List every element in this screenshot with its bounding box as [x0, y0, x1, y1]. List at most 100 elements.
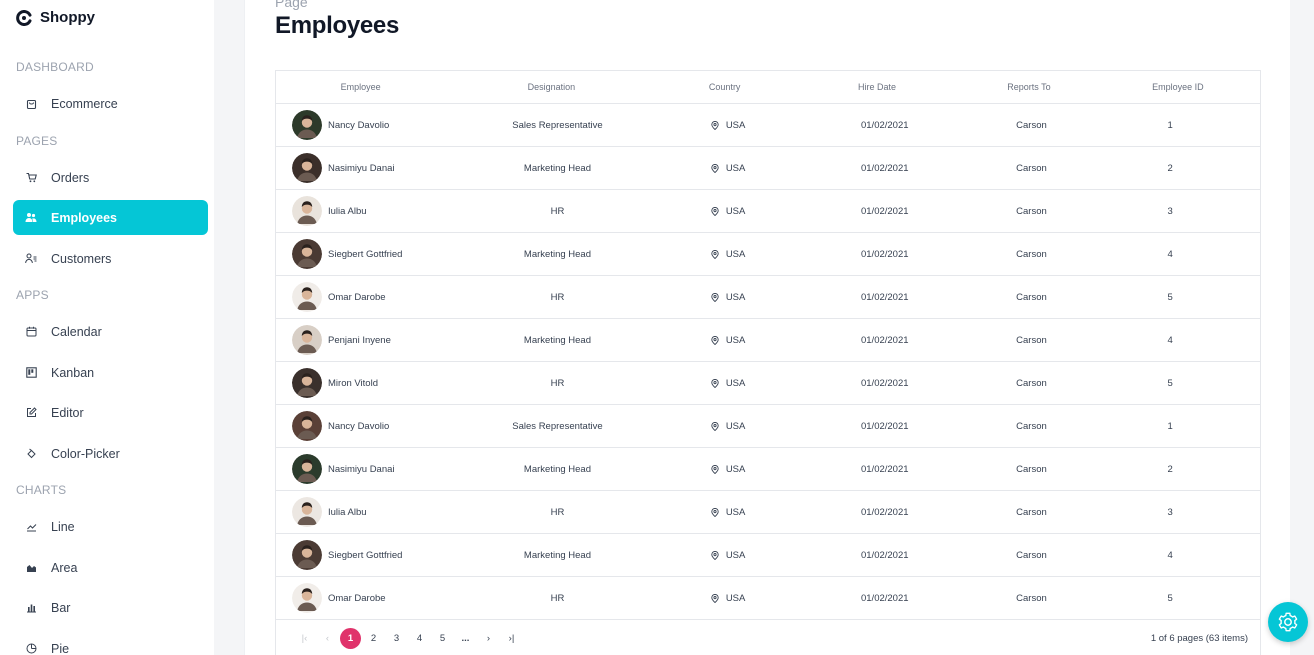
hire-date-cell: 01/02/2021 — [860, 162, 909, 174]
sidebar-item-label: Orders — [51, 170, 90, 185]
page-title: Employees — [275, 12, 400, 39]
sidebar-item-bar[interactable]: Bar — [13, 590, 208, 625]
brand-link[interactable]: Shoppy — [16, 9, 95, 26]
table-row[interactable]: Omar Darobe HR USA 01/02/2021 Carson 5 — [276, 577, 1260, 620]
prev-page-icon[interactable]: ‹ — [316, 633, 339, 644]
employee-name: Nasimiyu Danai — [328, 463, 395, 475]
column-header-employee[interactable]: Employee — [276, 82, 445, 92]
next-page-icon[interactable]: › — [477, 633, 500, 644]
sidebar-item-editor[interactable]: Editor — [13, 395, 208, 430]
page-button-2[interactable]: 2 — [362, 633, 385, 644]
table-row[interactable]: Penjani Inyene Marketing Head USA 01/02/202… — [276, 319, 1260, 362]
employee-name: Nancy Davolio — [328, 420, 390, 432]
employee-id-cell: 2 — [1167, 162, 1173, 174]
column-header-country[interactable]: Country — [657, 82, 791, 92]
brand-name: Shoppy — [40, 9, 95, 26]
sidebar-item-label: Editor — [51, 405, 84, 420]
sidebar-item-kanban[interactable]: Kanban — [13, 355, 208, 390]
table-row[interactable]: Nancy Davolio Sales Representative USA 01/0… — [276, 405, 1260, 448]
page-button-1[interactable]: 1 — [340, 627, 361, 649]
pager-info: 1 of 6 pages (63 items) — [1150, 632, 1248, 644]
hire-date-cell: 01/02/2021 — [860, 377, 909, 389]
table-row[interactable]: Omar Darobe HR USA 01/02/2021 Carson 5 — [276, 276, 1260, 319]
table-row[interactable]: Nasimiyu Danai Marketing Head USA 01/02/202… — [276, 448, 1260, 491]
country-text: USA — [725, 248, 746, 260]
table-row[interactable]: Nasimiyu Danai Marketing Head USA 01/02/202… — [276, 147, 1260, 190]
sidebar-item-color-picker[interactable]: Color-Picker — [13, 436, 208, 471]
table-row[interactable]: Iulia Albu HR USA 01/02/2021 Carson 3 — [276, 190, 1260, 233]
location-pin-icon — [711, 163, 719, 173]
edit-icon — [25, 407, 37, 419]
avatar — [292, 282, 322, 312]
sidebar-item-label: Kanban — [51, 365, 95, 380]
location-pin-icon — [711, 421, 719, 431]
reports-to-cell: Carson — [1016, 119, 1047, 131]
country-text: USA — [725, 420, 746, 432]
country-text: USA — [725, 463, 746, 475]
page-button-3[interactable]: 3 — [385, 633, 408, 644]
sidebar-item-customers[interactable]: Customers — [13, 241, 208, 276]
sidebar-item-employees[interactable]: Employees — [13, 200, 208, 235]
table-row[interactable]: Siegbert Gottfried Marketing Head USA 01/02… — [276, 534, 1260, 577]
sidebar-item-calendar[interactable]: Calendar — [13, 314, 208, 349]
designation-cell: Marketing Head — [523, 463, 591, 475]
pager: |‹ ‹ 1 2 3 4 5 ... › ›| 1 of 6 pages (63… — [276, 617, 1262, 655]
country-cell: USA — [669, 421, 787, 432]
employee-name: Siegbert Gottfried — [328, 248, 403, 260]
employee-id-cell: 5 — [1167, 377, 1173, 389]
country-text: USA — [725, 592, 746, 604]
avatar — [292, 454, 322, 484]
country-text: USA — [725, 119, 746, 131]
reports-to-cell: Carson — [1016, 506, 1047, 518]
settings-button[interactable] — [1268, 602, 1308, 642]
line-chart-icon — [25, 521, 37, 533]
designation-cell: HR — [550, 377, 565, 389]
last-page-icon[interactable]: ›| — [500, 633, 523, 644]
designation-cell: Marketing Head — [523, 334, 591, 346]
page-button-5[interactable]: 5 — [431, 633, 454, 644]
hire-date-cell: 01/02/2021 — [860, 463, 909, 475]
country-text: USA — [725, 377, 746, 389]
section-title-pages: PAGES — [16, 134, 58, 148]
paint-bucket-icon — [25, 448, 37, 460]
sidebar-item-ecommerce[interactable]: Ecommerce — [13, 86, 208, 121]
location-pin-icon — [711, 206, 719, 216]
column-header-hire-date[interactable]: Hire Date — [792, 82, 962, 92]
employee-id-cell: 5 — [1167, 592, 1173, 604]
employee-id-cell: 1 — [1167, 119, 1173, 131]
calendar-icon — [25, 326, 37, 338]
page-button-more[interactable]: ... — [454, 633, 477, 644]
sidebar-item-area[interactable]: Area — [13, 550, 208, 585]
table-row[interactable]: Siegbert Gottfried Marketing Head USA 01/02… — [276, 233, 1260, 276]
country-cell: USA — [669, 249, 787, 260]
avatar — [292, 368, 322, 398]
section-title-dashboard: DASHBOARD — [16, 60, 94, 74]
employee-name: Iulia Albu — [328, 506, 367, 518]
main-panel: Page Employees Employee Designation Coun… — [244, 0, 1290, 655]
employee-name: Penjani Inyene — [328, 334, 391, 346]
hire-date-cell: 01/02/2021 — [860, 592, 909, 604]
employee-cell: Nancy Davolio — [276, 411, 446, 441]
column-header-employee-id[interactable]: Employee ID — [1096, 82, 1260, 92]
sidebar-item-line[interactable]: Line — [13, 509, 208, 544]
sidebar-item-pie[interactable]: Pie — [13, 631, 208, 655]
table-row[interactable]: Miron Vitold HR USA 01/02/2021 Carson 5 — [276, 362, 1260, 405]
column-header-designation[interactable]: Designation — [445, 82, 657, 92]
column-header-reports-to[interactable]: Reports To — [962, 82, 1095, 92]
designation-cell: HR — [550, 592, 565, 604]
table-row[interactable]: Iulia Albu HR USA 01/02/2021 Carson 3 — [276, 491, 1260, 534]
sidebar-item-orders[interactable]: Orders — [13, 160, 208, 195]
shoppy-logo-icon — [16, 9, 32, 26]
table-row[interactable]: Nancy Davolio Sales Representative USA 01/0… — [276, 104, 1260, 147]
employee-cell: Penjani Inyene — [276, 325, 446, 355]
employee-cell: Omar Darobe — [276, 583, 446, 613]
page-button-4[interactable]: 4 — [408, 633, 431, 644]
sidebar-item-label: Ecommerce — [51, 96, 118, 111]
employee-cell: Nasimiyu Danai — [276, 153, 446, 183]
reports-to-cell: Carson — [1016, 334, 1047, 346]
designation-cell: Marketing Head — [523, 162, 591, 174]
location-pin-icon — [711, 550, 719, 560]
location-pin-icon — [711, 249, 719, 259]
first-page-icon[interactable]: |‹ — [293, 633, 316, 644]
country-cell: USA — [669, 464, 787, 475]
